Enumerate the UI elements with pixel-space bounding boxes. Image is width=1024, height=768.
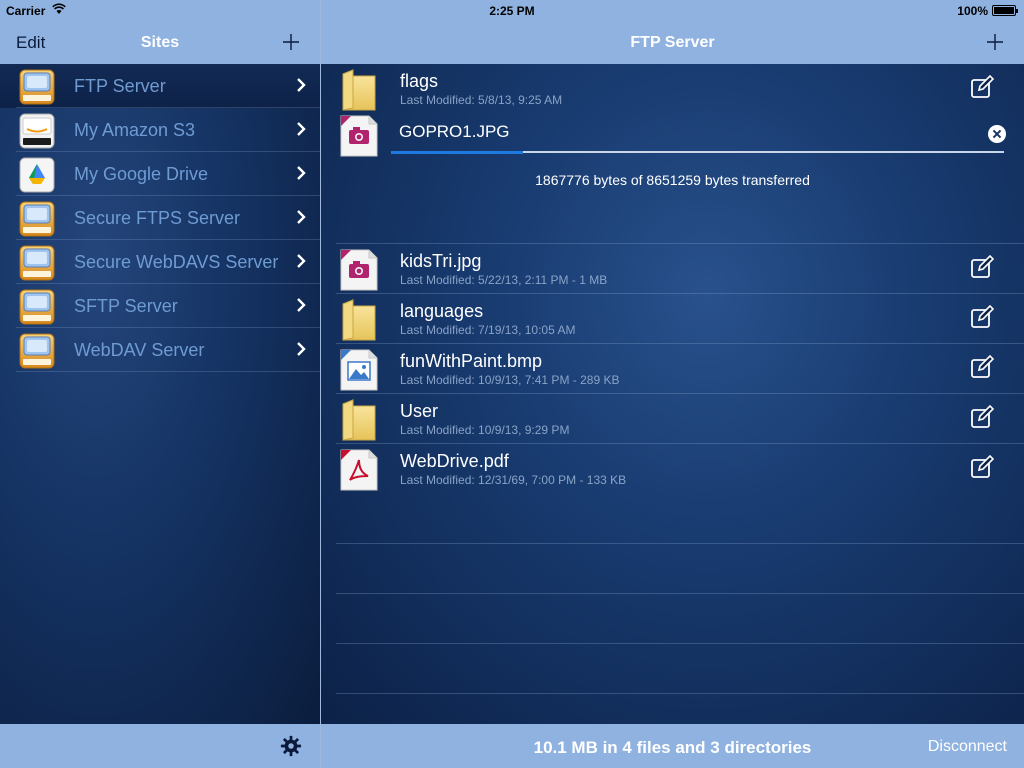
- google-drive-icon: [19, 157, 55, 193]
- site-item-ftps-server[interactable]: Secure FTPS Server: [0, 196, 320, 240]
- photo-file-icon: [339, 114, 379, 158]
- add-site-icon[interactable]: [283, 28, 299, 54]
- file-row-user[interactable]: User Last Modified: 10/9/13, 9:29 PM: [321, 394, 1024, 444]
- sites-nav-bar: Edit Sites: [0, 22, 320, 64]
- folder-icon: [339, 298, 379, 342]
- sites-title: Sites: [140, 34, 180, 51]
- cancel-transfer-icon[interactable]: [988, 125, 1006, 143]
- site-item-sftp-server[interactable]: SFTP Server: [0, 284, 320, 328]
- pdf-file-icon: [339, 448, 379, 492]
- battery-icon: [992, 5, 1018, 16]
- ftp-drive-icon: [18, 68, 56, 106]
- file-row-webdrive-pdf[interactable]: WebDrive.pdf Last Modified: 12/31/69, 7:…: [321, 444, 1024, 494]
- file-meta: Last Modified: 5/8/13, 9:25 AM: [400, 93, 563, 107]
- file-name: User: [400, 401, 439, 421]
- folder-summary: 10.1 MB in 4 files and 3 directories: [533, 738, 812, 757]
- edit-icon[interactable]: [970, 305, 994, 329]
- file-row-flags[interactable]: flags Last Modified: 5/8/13, 9:25 AM: [321, 64, 1024, 114]
- folder-icon: [339, 398, 379, 442]
- status-bar: Carrier 2:25 PM 100%: [0, 0, 1024, 22]
- chevron-right-icon: [297, 166, 306, 180]
- site-item-webdavs-server[interactable]: Secure WebDAVS Server: [0, 240, 320, 284]
- file-name: kidsTri.jpg: [400, 251, 482, 271]
- webdav-drive-icon: [18, 332, 56, 370]
- browser-nav-bar: FTP Server: [321, 22, 1024, 64]
- transfer-progress-bar: [391, 151, 1004, 154]
- amazon-drive-icon: [19, 113, 55, 149]
- row-separator: [336, 543, 1024, 544]
- browser-toolbar: 10.1 MB in 4 files and 3 directories Dis…: [321, 724, 1024, 768]
- file-name: funWithPaint.bmp: [400, 351, 543, 371]
- file-name: flags: [400, 71, 439, 91]
- site-label: FTP Server: [74, 76, 166, 96]
- chevron-right-icon: [297, 210, 306, 224]
- chevron-right-icon: [297, 298, 306, 312]
- edit-icon[interactable]: [970, 355, 994, 379]
- transfer-progress-fill: [391, 151, 524, 154]
- site-item-amazon-s3[interactable]: My Amazon S3: [0, 108, 320, 152]
- disconnect-button[interactable]: Disconnect: [928, 738, 1007, 756]
- row-separator: [336, 643, 1024, 644]
- site-label: Secure WebDAVS Server: [74, 252, 279, 272]
- file-list: flags Last Modified: 5/8/13, 9:25 AM GOP…: [321, 64, 1024, 724]
- ftps-drive-icon: [18, 200, 56, 238]
- folder-icon: [339, 68, 379, 112]
- clock: 2:25 PM: [489, 4, 535, 18]
- file-meta: Last Modified: 7/19/13, 10:05 AM: [400, 323, 576, 337]
- site-label: My Amazon S3: [74, 120, 196, 140]
- row-separator: [336, 593, 1024, 594]
- image-file-icon: [339, 348, 379, 392]
- file-row-kidstri[interactable]: kidsTri.jpg Last Modified: 5/22/13, 2:11…: [321, 244, 1024, 294]
- file-name: WebDrive.pdf: [400, 451, 509, 471]
- row-separator: [336, 693, 1024, 694]
- browser-title: FTP Server: [630, 34, 715, 51]
- site-item-ftp-server[interactable]: FTP Server: [0, 64, 320, 108]
- site-label: WebDAV Server: [74, 340, 205, 360]
- battery-percent: 100%: [957, 4, 988, 18]
- edit-icon[interactable]: [970, 75, 994, 99]
- file-meta: Last Modified: 10/9/13, 9:29 PM: [400, 423, 570, 437]
- site-label: Secure FTPS Server: [74, 208, 241, 228]
- chevron-right-icon: [297, 78, 306, 92]
- file-meta: Last Modified: 10/9/13, 7:41 PM - 289 KB: [400, 373, 620, 387]
- site-label: My Google Drive: [74, 164, 209, 184]
- edit-icon[interactable]: [970, 455, 994, 479]
- chevron-right-icon: [297, 342, 306, 356]
- file-row-languages[interactable]: languages Last Modified: 7/19/13, 10:05 …: [321, 294, 1024, 344]
- sites-list: FTP Server My Amazon S3 My Google Drive …: [0, 64, 320, 724]
- transfer-file-name: GOPRO1.JPG: [399, 122, 510, 141]
- webdavs-drive-icon: [18, 244, 56, 282]
- site-label: SFTP Server: [74, 296, 178, 316]
- file-name: languages: [400, 301, 484, 321]
- add-file-icon[interactable]: [987, 28, 1003, 54]
- file-row-funwithpaint[interactable]: funWithPaint.bmp Last Modified: 10/9/13,…: [321, 344, 1024, 394]
- file-meta: Last Modified: 12/31/69, 7:00 PM - 133 K…: [400, 473, 627, 487]
- photo-file-icon: [339, 248, 379, 292]
- site-item-google-drive[interactable]: My Google Drive: [0, 152, 320, 196]
- chevron-right-icon: [297, 122, 306, 136]
- transfer-status: 1867776 bytes of 8651259 bytes transferr…: [535, 172, 810, 188]
- site-item-webdav-server[interactable]: WebDAV Server: [0, 328, 320, 372]
- sites-toolbar: [0, 724, 320, 768]
- pane-divider: [320, 0, 321, 768]
- gear-icon[interactable]: [280, 735, 302, 757]
- file-meta: Last Modified: 5/22/13, 2:11 PM - 1 MB: [400, 273, 608, 287]
- edit-icon[interactable]: [970, 255, 994, 279]
- sftp-drive-icon: [18, 288, 56, 326]
- edit-icon[interactable]: [970, 405, 994, 429]
- chevron-right-icon: [297, 254, 306, 268]
